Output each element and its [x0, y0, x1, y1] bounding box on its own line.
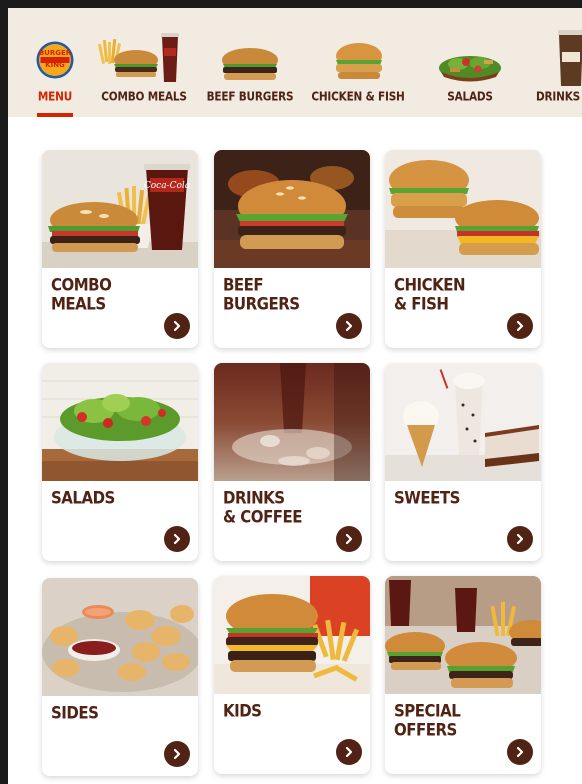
nav-item-menu[interactable]: BURGER KING MENU [24, 8, 86, 117]
category-card-sides[interactable]: SIDES [42, 578, 198, 776]
nav-item-combo-meals[interactable]: COMBO MEALS [92, 8, 196, 117]
card-title-kids: KIDS [223, 700, 363, 722]
category-nav: BURGER KING MENU COMBO MEALS BEEF BURGER… [8, 8, 582, 117]
nav-item-drinks[interactable]: DRINKS & [530, 8, 582, 117]
category-card-salads[interactable]: SALADS [42, 363, 198, 561]
nav-item-salads[interactable]: SALADS [420, 8, 520, 117]
chevron-right-icon[interactable] [336, 739, 362, 765]
active-tab-indicator [37, 113, 73, 117]
card-title-line: OFFERS [394, 719, 457, 741]
beef-burgers-photo [214, 150, 370, 268]
card-title-salads: SALADS [51, 487, 191, 509]
special-offers-photo [385, 576, 541, 694]
chicken-fish-photo [385, 150, 541, 268]
category-card-kids[interactable]: KIDS [214, 576, 370, 774]
chevron-right-icon[interactable] [507, 739, 533, 765]
card-title-chicken-fish: CHICKEN & FISH [394, 274, 534, 315]
kids-photo [214, 576, 370, 694]
nav-label-salads: SALADS [447, 90, 493, 104]
card-title-line: KIDS [223, 700, 262, 722]
chevron-right-icon[interactable] [164, 741, 190, 767]
card-title-combo-meals: COMBO MEALS [51, 274, 191, 315]
combo-meals-photo: Coca-Cola [42, 150, 198, 268]
category-card-special-offers[interactable]: SPECIAL OFFERS [385, 576, 541, 774]
card-title-line: CHICKEN [394, 274, 466, 296]
card-title-sweets: SWEETS [394, 487, 534, 509]
card-title-line: SALADS [51, 487, 115, 509]
chevron-right-icon[interactable] [507, 526, 533, 552]
svg-text:KING: KING [45, 61, 65, 69]
category-card-sweets[interactable]: SWEETS [385, 363, 541, 561]
card-title-line: DRINKS [223, 487, 285, 509]
nav-item-chicken-fish[interactable]: CHICKEN & FISH [310, 8, 406, 117]
card-title-line: SPECIAL [394, 700, 461, 722]
nav-label-combo-meals: COMBO MEALS [101, 90, 187, 104]
svg-text:Coca-Cola: Coca-Cola [144, 181, 190, 191]
chevron-right-icon[interactable] [164, 313, 190, 339]
sides-photo [42, 578, 198, 696]
burger-king-logo: BURGER KING [36, 41, 74, 84]
combo-meal-thumbnail [97, 30, 184, 89]
nav-label-drinks: DRINKS & [536, 90, 582, 104]
card-title-line: SWEETS [394, 487, 460, 509]
card-title-special-offers: SPECIAL OFFERS [394, 700, 534, 741]
card-title-line: SIDES [51, 702, 99, 724]
category-card-beef-burgers[interactable]: BEEF BURGERS [214, 150, 370, 348]
drink-cup-thumbnail [558, 30, 582, 91]
card-title-line: & COFFEE [223, 506, 303, 528]
card-title-line: MEALS [51, 293, 106, 315]
nav-label-menu: MENU [37, 90, 73, 104]
nav-item-beef-burgers[interactable]: BEEF BURGERS [202, 8, 298, 117]
chevron-right-icon[interactable] [507, 313, 533, 339]
beef-burger-thumbnail [220, 46, 280, 89]
category-card-combo-meals[interactable]: Coca-Cola COMBO MEALS [42, 150, 198, 348]
card-title-beef-burgers: BEEF BURGERS [223, 274, 363, 315]
svg-text:BURGER: BURGER [39, 49, 72, 57]
nav-label-beef-burgers: BEEF BURGERS [206, 90, 294, 104]
card-title-line: BEEF [223, 274, 264, 296]
chevron-right-icon[interactable] [336, 526, 362, 552]
card-title-line: BURGERS [223, 293, 300, 315]
card-title-sides: SIDES [51, 702, 191, 724]
drinks-coffee-photo [214, 363, 370, 481]
chicken-sandwich-thumbnail [334, 42, 384, 89]
chevron-right-icon[interactable] [164, 526, 190, 552]
category-card-chicken-fish[interactable]: CHICKEN & FISH [385, 150, 541, 348]
nav-label-chicken-fish: CHICKEN & FISH [311, 90, 405, 104]
app-frame: BURGER KING MENU COMBO MEALS BEEF BURGER… [8, 8, 582, 784]
salads-photo [42, 363, 198, 481]
card-title-line: COMBO [51, 274, 112, 296]
card-title-drinks-coffee: DRINKS & COFFEE [223, 487, 363, 528]
salad-thumbnail [438, 50, 502, 87]
card-title-line: & FISH [394, 293, 449, 315]
chevron-right-icon[interactable] [336, 313, 362, 339]
category-card-drinks-coffee[interactable]: DRINKS & COFFEE [214, 363, 370, 561]
sweets-photo [385, 363, 541, 481]
